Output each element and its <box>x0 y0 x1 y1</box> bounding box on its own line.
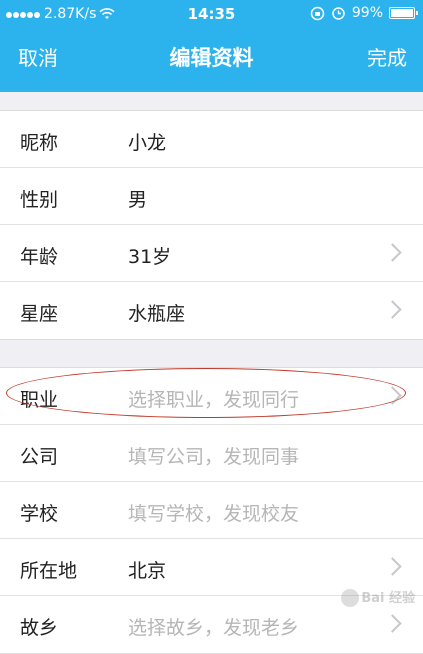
chevron-right-icon <box>383 243 402 262</box>
battery-icon <box>389 7 418 19</box>
row-value: 北京 <box>128 560 167 582</box>
profile-row[interactable]: 职业 选择职业，发现同行 <box>0 368 423 425</box>
done-button[interactable]: 完成 <box>367 42 407 71</box>
page-title: 编辑资料 <box>169 46 254 70</box>
chevron-right-icon <box>383 386 402 405</box>
row-label: 性别 <box>20 189 59 211</box>
row-value: 小龙 <box>128 132 167 154</box>
profile-row[interactable]: 昵称 小龙 <box>0 111 423 168</box>
profile-row[interactable]: 性别 男 <box>0 168 423 225</box>
profile-row[interactable]: 公司 填写公司，发现同事 <box>0 425 423 482</box>
row-label: 星座 <box>20 303 59 325</box>
status-right: 99% <box>310 5 418 21</box>
header-bar: 2.87K/s 14:35 99% 取消 编辑资料 完成 <box>0 0 423 92</box>
profile-row[interactable]: 年龄 31岁 <box>0 225 423 282</box>
row-value: 男 <box>128 189 148 211</box>
chevron-right-icon <box>383 557 402 576</box>
row-label: 学校 <box>20 503 59 525</box>
watermark-text: Bai 经验 <box>361 590 415 606</box>
profile-row[interactable]: 星座 水瓶座 <box>0 282 423 339</box>
nav-bar: 取消 编辑资料 完成 <box>0 30 423 80</box>
watermark-logo: Bai 经验 <box>341 587 415 607</box>
row-value: 31岁 <box>128 246 172 268</box>
row-label: 所在地 <box>20 560 78 582</box>
profile-basic-group: 昵称 小龙性别 男年龄 31岁星座 水瓶座 <box>0 110 423 340</box>
row-label: 年龄 <box>20 246 59 268</box>
rotation-lock-icon <box>310 6 325 20</box>
alarm-icon <box>332 6 345 20</box>
row-label: 昵称 <box>20 132 59 154</box>
row-placeholder: 填写学校，发现校友 <box>128 503 300 525</box>
profile-row[interactable]: 学校 填写学校，发现校友 <box>0 482 423 539</box>
chevron-right-icon <box>383 300 402 319</box>
row-placeholder: 选择职业，发现同行 <box>128 389 300 411</box>
row-placeholder: 填写公司，发现同事 <box>128 446 300 468</box>
battery-percent: 99% <box>351 5 383 21</box>
status-bar: 2.87K/s 14:35 99% <box>0 0 423 30</box>
row-label: 公司 <box>20 446 59 468</box>
row-label: 职业 <box>20 389 59 411</box>
row-value: 水瓶座 <box>128 303 186 325</box>
profile-extra-group: 职业 选择职业，发现同行 公司 填写公司，发现同事 学校 填写学校，发现校友 所在地 北京 故乡… <box>0 367 423 654</box>
chevron-right-icon <box>383 614 402 633</box>
